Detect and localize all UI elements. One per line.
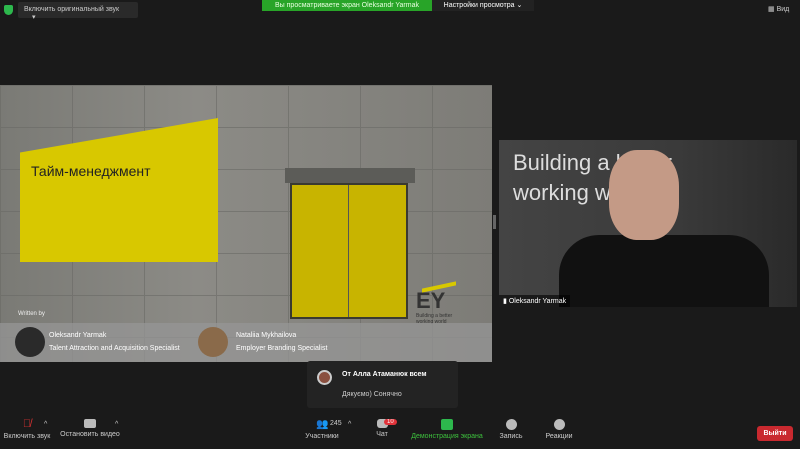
splitter-handle[interactable] [493, 215, 496, 229]
shared-screen: Тайм-менеджмент Written by EY Building a… [0, 85, 492, 362]
reactions-label: Реакции [545, 433, 573, 440]
participants-button[interactable]: 👥 Участники [300, 415, 344, 440]
chat-unread-badge: 10 [384, 419, 397, 425]
door-frame [285, 168, 415, 183]
written-by: Written by [18, 311, 45, 317]
yellow-door [290, 183, 408, 319]
participant-name-label: Oleksandr Yarmak [508, 298, 567, 305]
emoji-add-icon [553, 419, 565, 430]
video-tile[interactable]: Building a better working world ▮ Oleksa… [499, 140, 797, 307]
participants-caret[interactable]: ^ [348, 421, 351, 428]
original-sound-button[interactable]: Включить оригинальный звук ▾ [18, 2, 138, 21]
author-name: Oleksandr Yarmak [49, 332, 107, 339]
video-camera-icon [84, 419, 96, 428]
view-button[interactable]: ▦ Вид [768, 5, 789, 13]
participants-icon: 👥 [316, 419, 329, 430]
stop-video-button[interactable]: Остановить видео [58, 415, 122, 438]
share-screen-icon [441, 419, 453, 430]
shield-icon[interactable] [4, 5, 13, 15]
chat-sender: От Алла Атаманюк всем [342, 371, 427, 378]
slide-title: Тайм-менеджмент [31, 163, 151, 179]
share-screen-label: Демонстрация экрана [411, 433, 483, 440]
chat-label: Чат [376, 431, 388, 438]
participants-count: 245 [330, 420, 342, 427]
person-body [559, 235, 769, 307]
meeting-toolbar: 🎙̸ Включить звук ^ Остановить видео ^ 👥 Уч… [0, 415, 800, 449]
author-name: Nataliia Mykhailova [236, 332, 297, 339]
unmute-label: Включить звук [3, 433, 51, 440]
stop-video-label: Остановить видео [60, 431, 120, 438]
author-role: Talent Attraction and Acquisition Specia… [49, 345, 180, 352]
participant-name: ▮ Oleksandr Yarmak [499, 295, 571, 307]
grid-icon: ▦ [768, 6, 775, 13]
top-bar: Включить оригинальный звук ▾ Вы просматр… [0, 0, 800, 21]
author-avatar [15, 327, 45, 357]
view-settings-button[interactable]: Настройки просмотра ⌄ [432, 0, 534, 11]
participants-label: Участники [305, 433, 339, 440]
ey-logo: EY Building a better working world [416, 281, 466, 325]
record-label: Запись [499, 433, 523, 440]
author-role: Employer Branding Specialist [236, 345, 328, 352]
author-avatar [198, 327, 228, 357]
ey-logo-text: EY [416, 288, 446, 313]
view-settings-label: Настройки просмотра [443, 2, 515, 9]
video-options-caret[interactable]: ^ [115, 421, 118, 428]
view-label: Вид [776, 6, 790, 13]
reactions-button[interactable]: Реакции [542, 415, 576, 440]
record-icon [505, 419, 517, 430]
chat-message: Дякуємо) Сонячно [342, 391, 402, 398]
authors-band: Oleksandr Yarmak Talent Attraction and A… [0, 323, 492, 362]
record-button[interactable]: Запись [496, 415, 526, 440]
viewing-banner: Вы просматриваете экран Oleksandr Yarmak [262, 0, 432, 11]
original-sound-label: Включить оригинальный звук [24, 6, 120, 13]
signal-icon: ▮ [503, 298, 507, 305]
muted-mic-icon: 🎙̸ [22, 418, 32, 430]
chevron-down-icon: ⌄ [516, 2, 523, 9]
chat-notification[interactable]: От Алла Атаманюк всем Дякуємо) Сонячно [307, 361, 458, 408]
person-face [609, 150, 679, 240]
chevron-down-icon: ▾ [32, 14, 36, 21]
audio-options-caret[interactable]: ^ [44, 421, 47, 428]
leave-button[interactable]: Выйти [757, 426, 793, 441]
share-screen-button[interactable]: Демонстрация экрана [408, 415, 486, 440]
sender-avatar [317, 370, 332, 385]
